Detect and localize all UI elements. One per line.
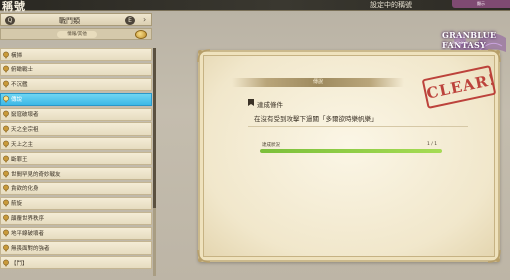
title-badge-icon (3, 259, 9, 267)
title-list: 橫掃俯瞰戰士不沉艦傳說窮寇破壞者天之全宗祖天上之主斷罪王世間罕見的奇妙戰友 貪欲的… (0, 48, 152, 271)
filter-toggle[interactable]: 情報/其他 (57, 31, 97, 38)
title-list-item[interactable]: 俯瞰戰士 (0, 62, 152, 77)
title-list-item-label: 箭旋 (11, 201, 23, 208)
list-scroll-thumb[interactable] (153, 48, 156, 208)
filter-knob-icon[interactable] (135, 30, 147, 39)
title-list-item-label: 不沉艦 (11, 82, 28, 89)
condition-text: 在沒有受到攻擊下過關「多爾欲時樂帆樂」 (254, 115, 378, 123)
title-badge-icon (3, 80, 9, 89)
logo-subtitle: RELINK (452, 40, 469, 45)
title-list-item-label: 斷罪王 (11, 156, 28, 163)
bookmark-icon (248, 99, 254, 106)
progress-label: 達成狀況 (262, 143, 280, 148)
panel-corner-ornament-icon (487, 249, 501, 263)
panel-corner-ornament-icon (197, 49, 211, 63)
title-list-item-label: 貪欲的化身 (11, 186, 39, 193)
title-badge-icon (3, 170, 9, 178)
category-label: 戰鬥類 (59, 17, 80, 25)
top-bar (0, 0, 510, 11)
title-list-item-label: 橫掃 (11, 52, 23, 59)
title-list-item[interactable]: 斷罪王 (0, 152, 152, 166)
title-list-item[interactable]: 天之全宗祖 (0, 122, 152, 136)
title-list-item-label: 世間罕見的奇妙戰友 (11, 171, 61, 178)
title-badge-icon (3, 229, 9, 238)
title-badge-icon (3, 244, 9, 252)
title-list-item-label: 天上之主 (11, 141, 34, 148)
title-list-item[interactable]: 世間罕見的奇妙戰友 (0, 167, 152, 181)
display-tab[interactable]: 顯示 (452, 0, 510, 8)
title-list-item[interactable]: 【鬥】 (0, 256, 152, 270)
title-badge-icon (3, 125, 9, 133)
progress-bar (260, 149, 442, 153)
title-list-item[interactable]: 傳說 (0, 92, 152, 106)
title-badge-icon (3, 185, 9, 193)
title-badge-icon (3, 140, 9, 148)
title-badge-icon (3, 51, 9, 59)
title-list-item[interactable]: 地平線破壞者 (0, 226, 152, 240)
title-list-item-label: 【鬥】 (11, 260, 28, 267)
title-list-item[interactable]: 橫掃 (0, 48, 152, 62)
title-badge-icon (3, 155, 9, 163)
title-badge-icon (3, 95, 9, 104)
title-list-item[interactable]: 無畏面對的強者 (0, 241, 152, 255)
category-prev-button[interactable]: Q (5, 16, 15, 25)
condition-heading: 達成條件 (257, 101, 283, 109)
progress-bar-fill (260, 149, 442, 153)
title-list-item-label: 俯瞰戰士 (11, 67, 34, 74)
title-list-item-label: 窮寇破壞者 (11, 112, 39, 119)
title-list-item[interactable]: 窮寇破壞者 (0, 107, 152, 121)
title-badge-icon (3, 214, 9, 223)
category-next-button[interactable]: E (125, 16, 135, 25)
title-list-item[interactable]: 貪欲的化身 (0, 181, 152, 196)
title-list-item-label: 地平線破壞者 (11, 231, 45, 238)
chevron-right-icon[interactable]: › (143, 15, 146, 24)
title-list-item[interactable]: 箭旋 (0, 196, 152, 210)
title-list-item[interactable]: 不沉艦 (0, 77, 152, 91)
title-badge-icon (3, 66, 9, 74)
title-badge-icon (3, 110, 9, 119)
title-list-item[interactable]: 顛覆世界秩序 (0, 211, 152, 225)
category-selector: Q 戰鬥類 E › (0, 13, 152, 26)
current-title-label: 設定中的稱號 (370, 1, 412, 9)
page-title: 稱號 (2, 0, 26, 13)
title-list-item[interactable]: 天上之主 (0, 137, 152, 151)
title-list-item-label: 傳說 (11, 97, 23, 104)
title-badge-icon (3, 199, 9, 208)
progress-count: 1 / 1 (427, 142, 438, 147)
panel-corner-ornament-icon (197, 249, 211, 263)
title-list-item-label: 無畏面對的強者 (11, 245, 50, 252)
filter-bar: 情報/其他 (0, 28, 152, 40)
title-list-item-label: 天之全宗祖 (11, 126, 39, 133)
title-list-item-label: 顛覆世界秩序 (11, 216, 45, 223)
panel-corner-ornament-icon (487, 49, 501, 63)
divider (248, 126, 468, 127)
detail-title: 傳說 (312, 79, 323, 85)
